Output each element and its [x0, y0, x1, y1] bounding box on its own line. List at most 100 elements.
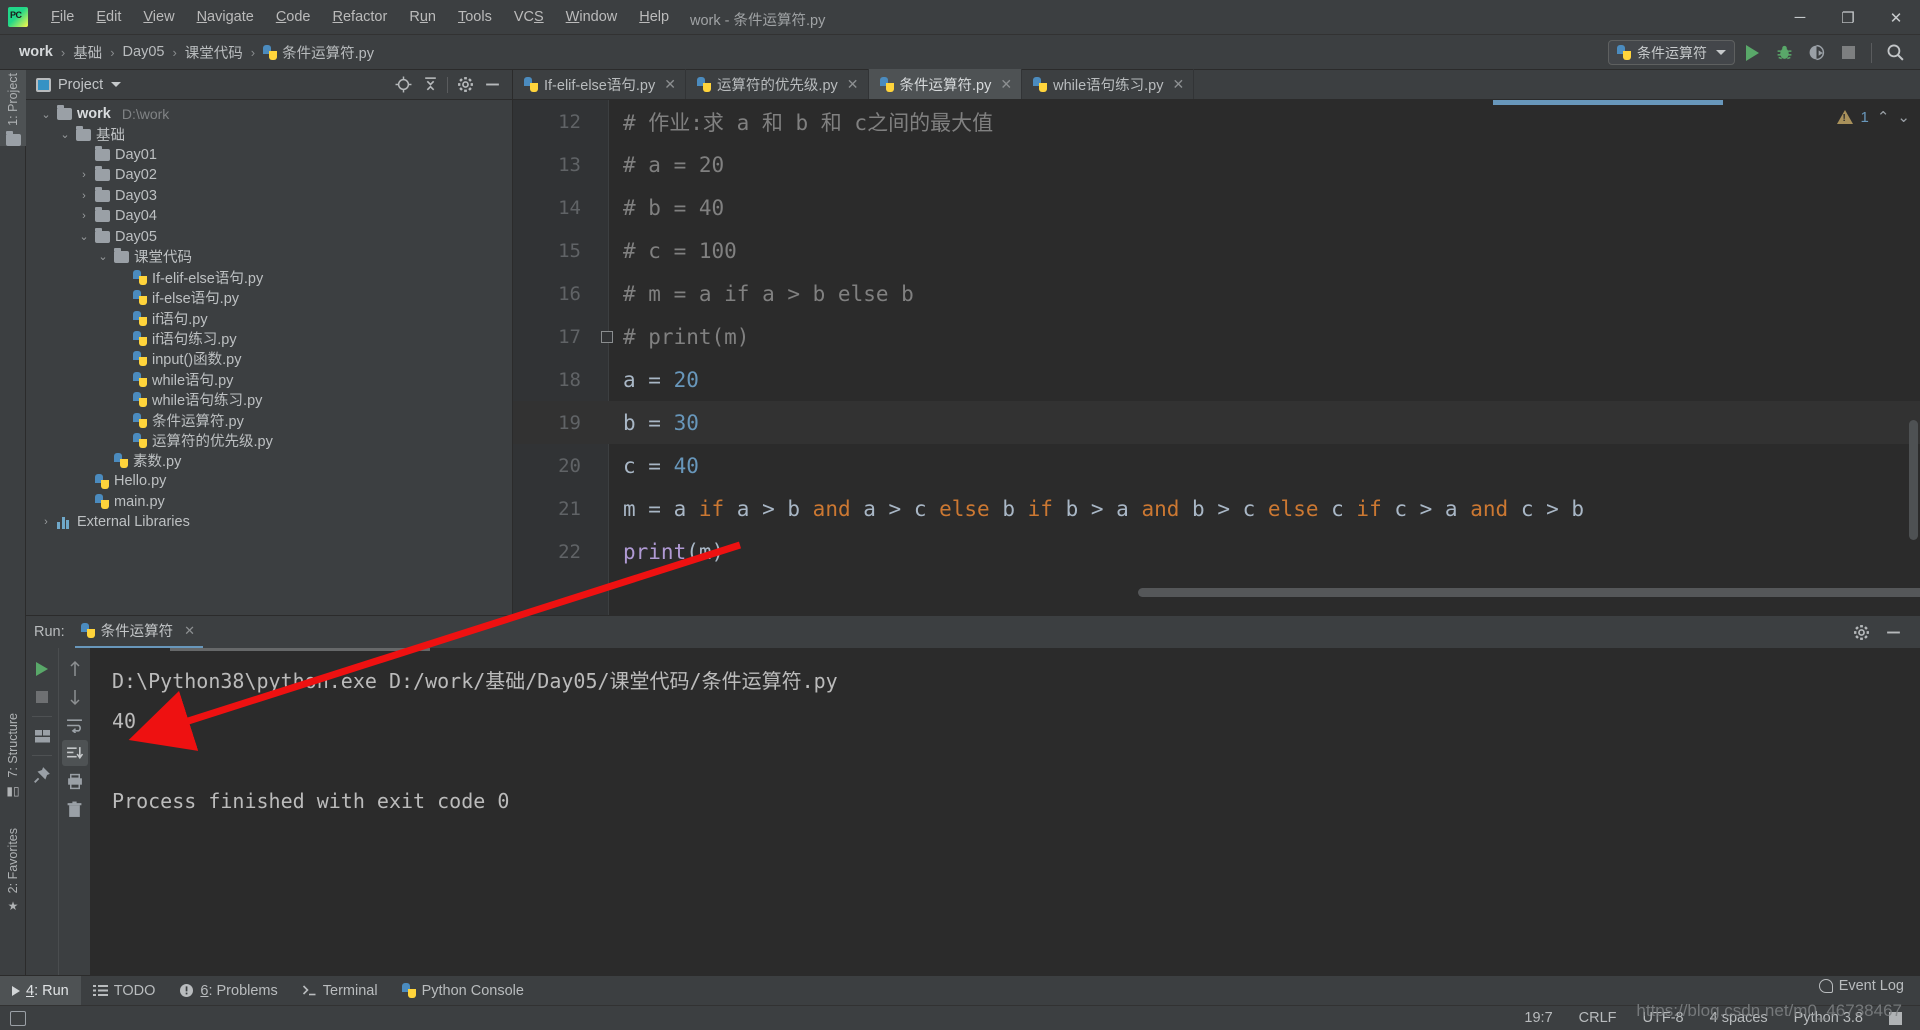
caret-position[interactable]: 19:7	[1524, 1010, 1552, 1026]
editor-tab[interactable]: while语句练习.py ✕	[1022, 69, 1195, 99]
search-everywhere-button[interactable]	[1880, 39, 1910, 67]
run-button[interactable]	[1737, 39, 1767, 67]
print-icon[interactable]	[62, 768, 88, 794]
next-problem-icon[interactable]: ⌄	[1897, 108, 1910, 126]
stop-button[interactable]	[1833, 39, 1863, 67]
run-hide-panel-icon[interactable]	[1880, 620, 1906, 644]
code-line[interactable]: 17 # print(m)	[513, 315, 1920, 358]
breadcrumb-item-ketangdaima[interactable]: 课堂代码	[180, 40, 248, 65]
tree-node[interactable]: 运算符的优先级.py	[26, 430, 512, 450]
breadcrumb-item-day05[interactable]: Day05	[118, 42, 170, 62]
scroll-to-end-icon[interactable]	[61, 740, 88, 766]
status-tab-terminal[interactable]: Terminal	[290, 976, 390, 1006]
menu-item-navigate[interactable]: Navigate	[186, 5, 265, 29]
chevron-right-icon[interactable]: ›	[78, 169, 90, 181]
close-icon[interactable]: ✕	[847, 76, 859, 93]
code-line[interactable]: 15 # c = 100	[513, 229, 1920, 272]
breadcrumb-item-work[interactable]: work	[14, 42, 58, 62]
code-line[interactable]: 20 c = 40	[513, 444, 1920, 487]
menu-item-file[interactable]: File	[40, 5, 85, 29]
menu-item-tools[interactable]: Tools	[447, 5, 503, 29]
chevron-right-icon[interactable]: ›	[78, 190, 90, 202]
editor-tab[interactable]: 运算符的优先级.py ✕	[686, 69, 869, 99]
project-tree[interactable]: ⌄ work D:\work ⌄ 基础 Day01 › Day02 › Day03 › Day04 ⌄ D…	[26, 100, 512, 613]
inspection-widget[interactable]: 1 ⌃ ⌄	[1836, 108, 1910, 126]
code-line[interactable]: 18 a = 20	[513, 358, 1920, 401]
menu-item-view[interactable]: View	[132, 5, 185, 29]
close-button[interactable]: ✕	[1872, 0, 1920, 35]
tree-node[interactable]: If-elif-else语句.py	[26, 267, 512, 287]
menu-item-run[interactable]: Run	[398, 5, 447, 29]
layout-settings-icon[interactable]	[29, 723, 55, 749]
rerun-icon[interactable]	[29, 656, 55, 682]
soft-wrap-icon[interactable]	[62, 712, 88, 738]
menu-item-vcs[interactable]: VCS	[503, 5, 555, 29]
menu-item-window[interactable]: Window	[555, 5, 629, 29]
menu-item-help[interactable]: Help	[628, 5, 680, 29]
rail-item-favorites[interactable]: 2: Favorites ★	[0, 825, 26, 916]
tree-node[interactable]: ⌄ 课堂代码	[26, 247, 512, 267]
tree-node[interactable]: if语句练习.py	[26, 328, 512, 348]
close-icon[interactable]: ✕	[1172, 76, 1184, 93]
event-log-button[interactable]: Event Log	[1818, 978, 1904, 994]
close-icon[interactable]: ✕	[1000, 76, 1012, 93]
editor-tab[interactable]: If-elif-else语句.py ✕	[513, 69, 686, 99]
editor-tab[interactable]: 条件运算符.py ✕	[868, 69, 1023, 99]
line-separator[interactable]: CRLF	[1579, 1010, 1617, 1026]
rail-item-project[interactable]: 1: Project	[0, 70, 26, 146]
status-tab-problems[interactable]: 6: Problems	[167, 976, 289, 1006]
tree-node[interactable]: if语句.py	[26, 308, 512, 328]
tree-node[interactable]: 素数.py	[26, 451, 512, 471]
tree-node[interactable]: › Day04	[26, 206, 512, 226]
tree-node[interactable]: Day01	[26, 145, 512, 165]
tree-node[interactable]: › External Libraries	[26, 512, 512, 532]
tree-node[interactable]: if-else语句.py	[26, 288, 512, 308]
code-line[interactable]: 13 # a = 20	[513, 143, 1920, 186]
tree-node[interactable]: input()函数.py	[26, 349, 512, 369]
editor-vertical-scrollbar[interactable]	[1909, 420, 1918, 540]
tree-node[interactable]: › Day02	[26, 165, 512, 185]
close-icon[interactable]: ✕	[184, 623, 195, 639]
stop-process-icon[interactable]	[29, 684, 55, 710]
status-tab-python-console[interactable]: Python Console	[390, 976, 536, 1006]
code-fold-icon[interactable]	[601, 330, 613, 343]
tree-node[interactable]: while语句练习.py	[26, 389, 512, 409]
clear-all-trash-icon[interactable]	[62, 796, 88, 822]
tree-node[interactable]: › Day03	[26, 186, 512, 206]
code-line[interactable]: 22 print(m)	[513, 530, 1920, 573]
tree-node[interactable]: ⌄ Day05	[26, 226, 512, 246]
run-with-coverage-button[interactable]	[1801, 39, 1831, 67]
scroll-up-icon[interactable]	[62, 656, 88, 682]
debug-button[interactable]	[1769, 39, 1799, 67]
chevron-right-icon[interactable]: ›	[40, 516, 52, 528]
settings-gear-icon[interactable]	[453, 74, 477, 96]
status-tab-todo[interactable]: TODO	[81, 976, 168, 1006]
tree-node[interactable]: while语句.py	[26, 369, 512, 389]
menu-item-code[interactable]: Code	[265, 5, 322, 29]
prev-problem-icon[interactable]: ⌃	[1877, 108, 1890, 126]
collapse-all-icon[interactable]	[418, 74, 442, 96]
chevron-right-icon[interactable]: ›	[78, 210, 90, 222]
menu-item-refactor[interactable]: Refactor	[322, 5, 399, 29]
editor-horizontal-scrollbar[interactable]	[1138, 588, 1920, 597]
chevron-down-icon[interactable]: ⌄	[78, 230, 90, 243]
breadcrumb-item-file[interactable]: 条件运算符.py	[258, 40, 379, 65]
code-line[interactable]: 12 # 作业:求 a 和 b 和 c之间的最大值	[513, 100, 1920, 143]
chevron-down-icon[interactable]: ⌄	[40, 108, 52, 121]
chevron-down-icon[interactable]	[111, 82, 122, 87]
menu-item-edit[interactable]: Edit	[85, 5, 132, 29]
tree-node[interactable]: ⌄ 基础	[26, 124, 512, 144]
maximize-button[interactable]: ❐	[1824, 0, 1872, 35]
chevron-down-icon[interactable]: ⌄	[97, 250, 109, 263]
close-icon[interactable]: ✕	[664, 76, 676, 93]
tree-node[interactable]: ⌄ work D:\work	[26, 104, 512, 124]
breadcrumb-item-jichu[interactable]: 基础	[68, 40, 107, 65]
code-editor[interactable]: 12 # 作业:求 a 和 b 和 c之间的最大值 13 # a = 20 14 # b …	[513, 100, 1920, 615]
code-line[interactable]: 21 m = a if a > b and a > c else b if b >…	[513, 487, 1920, 530]
code-line[interactable]: 14 # b = 40	[513, 186, 1920, 229]
run-configuration-selector[interactable]: 条件运算符	[1608, 40, 1735, 65]
console-output[interactable]: D:\Python38\python.exe D:/work/基础/Day05/…	[90, 648, 1920, 976]
tree-node[interactable]: Hello.py	[26, 471, 512, 491]
scroll-down-icon[interactable]	[62, 684, 88, 710]
rail-item-structure[interactable]: 7: Structure ▮▯	[0, 710, 26, 801]
